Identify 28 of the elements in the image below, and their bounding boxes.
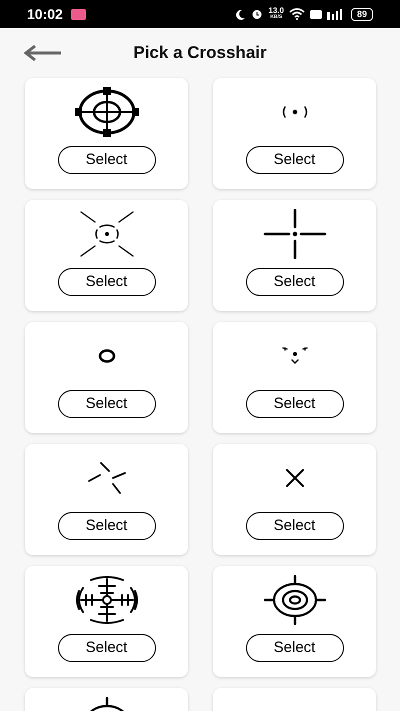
moon-icon xyxy=(235,8,246,20)
select-button[interactable]: Select xyxy=(246,268,344,296)
select-button[interactable]: Select xyxy=(58,390,156,418)
network-speed: 13.0 xyxy=(268,7,284,14)
signal-icon xyxy=(326,8,342,20)
circle-crosshair-icon xyxy=(98,348,116,364)
select-button[interactable]: Select xyxy=(58,268,156,296)
select-button[interactable]: Select xyxy=(246,634,344,662)
ringed-dot-crosshair-icon xyxy=(80,211,134,257)
select-button[interactable]: Select xyxy=(246,146,344,174)
back-arrow-icon xyxy=(24,44,62,62)
select-button[interactable]: Select xyxy=(58,146,156,174)
battery-indicator: 89 xyxy=(350,8,373,20)
target-crosshair-icon xyxy=(264,575,326,625)
page-title: Pick a Crosshair xyxy=(133,42,267,64)
scope-crosshair-icon xyxy=(74,87,138,137)
select-button[interactable]: Select xyxy=(58,634,156,662)
wifi-icon xyxy=(288,8,305,20)
select-button[interactable]: Select xyxy=(246,390,344,418)
x-crosshair-icon xyxy=(284,469,304,487)
cross-crosshair-icon xyxy=(262,209,326,259)
status-time: 10:02 xyxy=(27,4,63,24)
select-button[interactable]: Select xyxy=(246,512,344,540)
three-mark-crosshair-icon xyxy=(280,346,308,366)
radar-crosshair-icon xyxy=(74,573,138,627)
select-button[interactable]: Select xyxy=(58,512,156,540)
alarm-icon xyxy=(251,8,264,20)
pinwheel-crosshair-icon xyxy=(86,462,126,494)
